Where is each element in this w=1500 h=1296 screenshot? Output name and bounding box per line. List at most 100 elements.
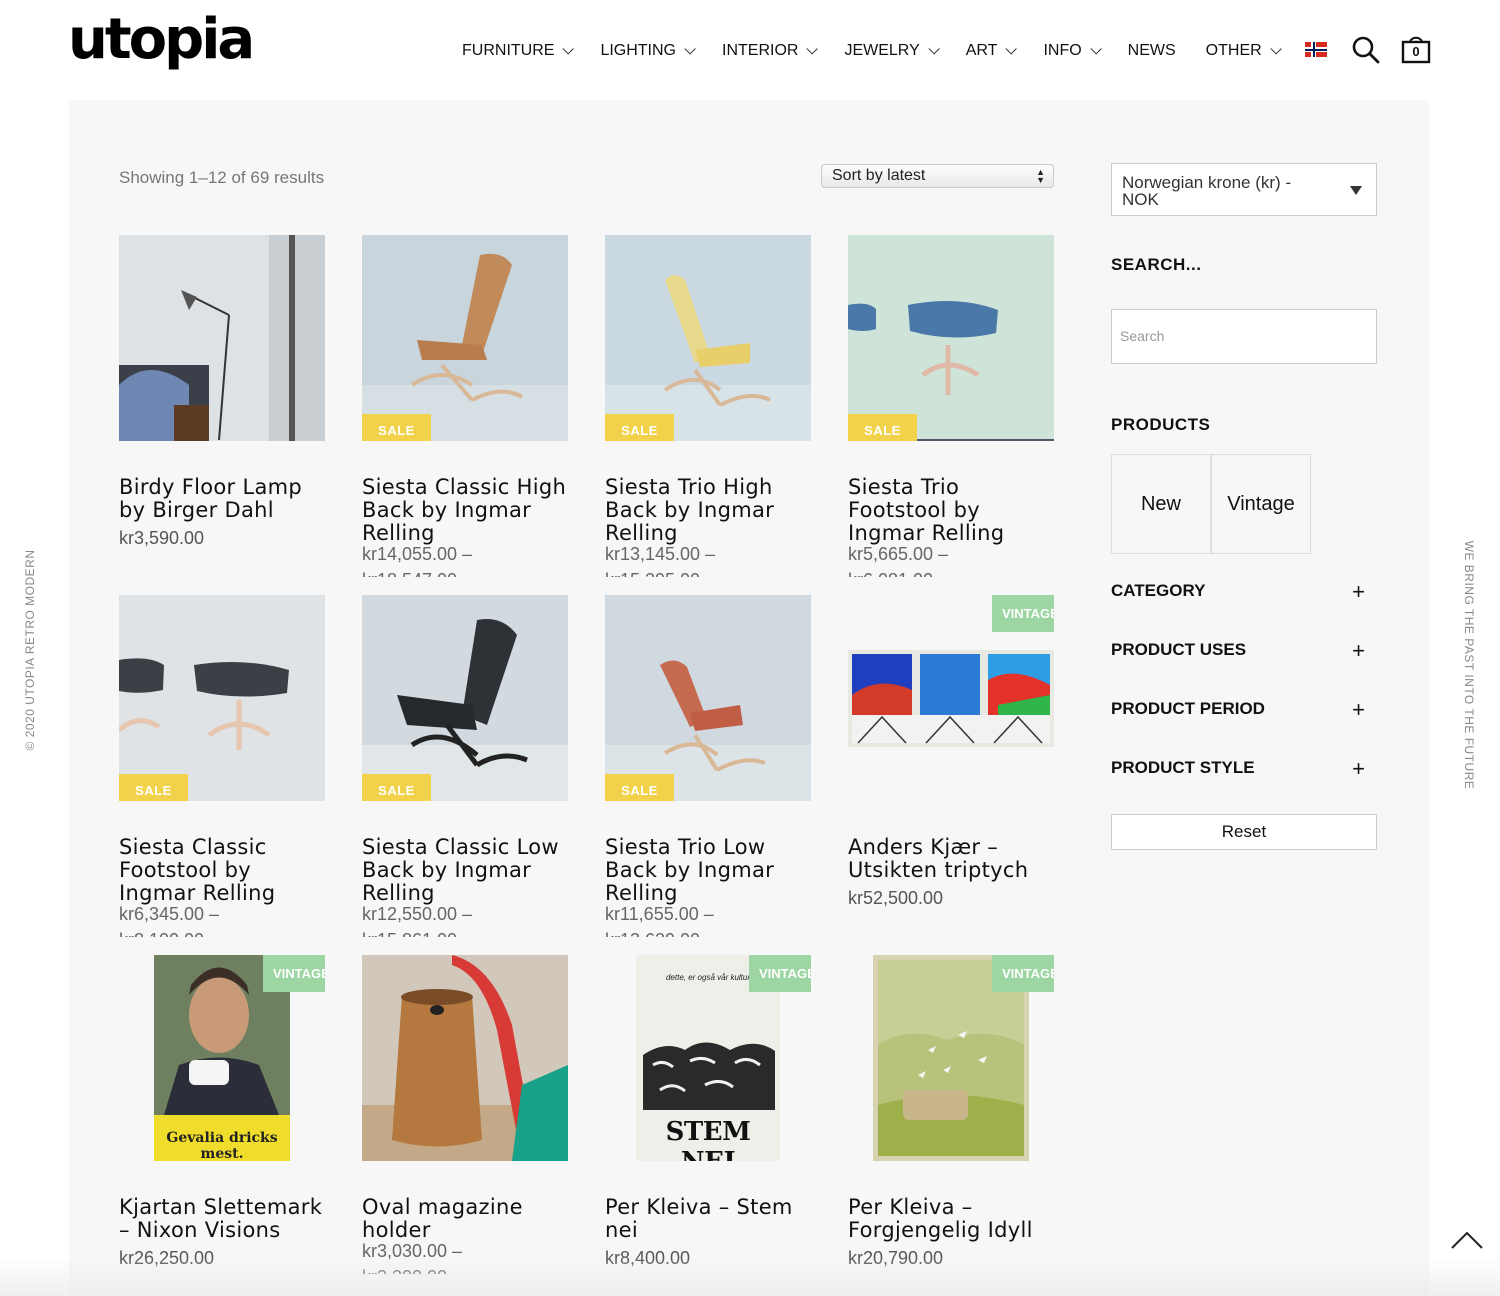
utopia-logo[interactable]: utopia	[68, 12, 255, 68]
product-old-price: kr11,655.00 –	[605, 904, 714, 924]
vintage-badge: VINTAGE	[749, 955, 811, 992]
product-title[interactable]: Siesta Classic Low Back by Ingmar Rellin…	[362, 836, 568, 905]
nav-label: OTHER	[1205, 42, 1262, 59]
product-image[interactable]	[362, 955, 568, 1161]
search-icon[interactable]	[1352, 36, 1380, 64]
search-input[interactable]: Search	[1111, 309, 1377, 364]
product-card[interactable]: VINTAGE Per Kleiva – Forgjengelig Idyll …	[848, 955, 1054, 1269]
nav-item-other[interactable]: OTHER	[1205, 42, 1282, 60]
plus-icon[interactable]: +	[1352, 756, 1365, 782]
nav-label: JEWELRY	[844, 42, 920, 59]
filter-label: PRODUCT STYLE	[1111, 758, 1255, 777]
product-image[interactable]: SALE	[362, 235, 568, 441]
filter-product-style[interactable]: PRODUCT STYLE +	[1111, 756, 1365, 781]
product-image[interactable]: SALE	[362, 595, 568, 801]
product-price: kr14,055.00 – kr18,547.00	[362, 541, 568, 577]
filter-label: CATEGORY	[1111, 581, 1206, 600]
product-image[interactable]: SALE	[605, 235, 811, 441]
product-price: kr5,665.00 – kr6,081.00	[848, 541, 1054, 577]
product-old-price: kr3,030.00 –	[362, 1241, 463, 1261]
product-card[interactable]: SALE Siesta Classic Low Back by Ingmar R…	[362, 595, 568, 937]
norway-flag-icon[interactable]	[1305, 42, 1327, 57]
product-new-price: kr15,295.00	[605, 567, 811, 577]
product-image[interactable]: SALE	[605, 595, 811, 801]
select-arrows-icon: ▲ ▼	[1036, 167, 1045, 185]
product-card[interactable]: SALE Siesta Trio High Back by Ingmar Rel…	[605, 235, 811, 577]
product-image[interactable]: VINTAGE	[848, 595, 1054, 801]
nav-label: NEWS	[1127, 42, 1176, 59]
nav-item-news[interactable]: NEWS	[1128, 42, 1176, 60]
product-title[interactable]: Siesta Trio Low Back by Ingmar Relling	[605, 836, 811, 905]
product-card[interactable]: Oval magazine holder kr3,030.00 – kr3,30…	[362, 955, 568, 1274]
product-title[interactable]: Siesta Classic High Back by Ingmar Relli…	[362, 476, 568, 545]
nav-item-interior[interactable]: INTERIOR	[722, 42, 819, 60]
nav-item-info[interactable]: INFO	[1043, 42, 1102, 60]
product-price: kr20,790.00	[848, 1248, 944, 1268]
nav-item-lighting[interactable]: LIGHTING	[600, 42, 696, 60]
product-image[interactable]: SALE	[119, 595, 325, 801]
plus-icon[interactable]: +	[1352, 579, 1365, 605]
sale-badge: SALE	[119, 774, 188, 801]
filter-category[interactable]: CATEGORY +	[1111, 579, 1365, 604]
product-new-price: kr15,861.00	[362, 927, 568, 937]
reset-button[interactable]: Reset	[1111, 814, 1377, 850]
product-new-price: kr18,547.00	[362, 567, 568, 577]
product-title[interactable]: Anders Kjær – Utsikten triptych	[848, 836, 1054, 882]
product-card[interactable]: Birdy Floor Lamp by Birger Dahl kr3,590.…	[119, 235, 325, 549]
scroll-to-top-icon[interactable]	[1450, 1230, 1484, 1250]
chevron-down-icon	[562, 43, 575, 55]
sale-badge: SALE	[605, 774, 674, 801]
nav-label: FURNITURE	[462, 42, 555, 59]
product-title[interactable]: Kjartan Slettemark – Nixon Visions	[119, 1196, 325, 1242]
product-image[interactable]	[119, 235, 325, 441]
product-new-price: kr6,081.00	[848, 567, 1054, 577]
vintage-badge: VINTAGE	[992, 595, 1054, 632]
product-title[interactable]: Oval magazine holder	[362, 1196, 568, 1242]
product-title[interactable]: Per Kleiva – Forgjengelig Idyll	[848, 1196, 1054, 1242]
nav-label: INFO	[1043, 42, 1082, 59]
filter-product-uses[interactable]: PRODUCT USES +	[1111, 638, 1365, 663]
sale-badge: SALE	[362, 774, 431, 801]
sort-selected-value: Sort by latest	[832, 167, 926, 184]
product-card[interactable]: Gevalia dricks mest. VINTAGE Kjartan Sle…	[119, 955, 325, 1269]
product-card[interactable]: VINTAGE Anders Kjær – Utsikten triptych …	[848, 595, 1054, 909]
product-image[interactable]: SALE	[848, 235, 1054, 441]
product-card[interactable]: dette, er også vår kultur STEM NEI VINTA…	[605, 955, 811, 1269]
product-title[interactable]: Siesta Trio High Back by Ingmar Relling	[605, 476, 811, 545]
product-card[interactable]: SALE Siesta Classic Footstool by Ingmar …	[119, 595, 325, 937]
product-image[interactable]: VINTAGE	[848, 955, 1054, 1161]
main-nav: FURNITURE LIGHTING INTERIOR JEWELRY ART …	[462, 40, 1308, 62]
product-old-price: kr14,055.00 –	[362, 544, 473, 564]
sort-select[interactable]: Sort by latest ▲ ▼	[821, 164, 1054, 188]
poster-caption: Gevalia dricks mest.	[166, 1130, 278, 1161]
product-price: kr8,400.00	[605, 1248, 691, 1268]
nav-item-jewelry[interactable]: JEWELRY	[844, 42, 940, 60]
sale-badge: SALE	[848, 414, 917, 441]
product-card[interactable]: SALE Siesta Trio Footstool by Ingmar Rel…	[848, 235, 1054, 577]
product-price: kr12,550.00 – kr15,861.00	[362, 901, 568, 937]
filter-product-period[interactable]: PRODUCT PERIOD +	[1111, 697, 1365, 722]
filter-tile-vintage[interactable]: Vintage	[1211, 454, 1311, 554]
product-price: kr26,250.00	[119, 1248, 215, 1268]
product-title[interactable]: Per Kleiva – Stem nei	[605, 1196, 811, 1242]
currency-select[interactable]: Norwegian krone (kr) - NOK	[1111, 163, 1377, 216]
product-title[interactable]: Birdy Floor Lamp by Birger Dahl	[119, 476, 325, 522]
product-card[interactable]: SALE Siesta Trio Low Back by Ingmar Rell…	[605, 595, 811, 937]
plus-icon[interactable]: +	[1352, 638, 1365, 664]
result-count: Showing 1–12 of 69 results	[119, 168, 325, 187]
chevron-down-icon	[806, 43, 819, 55]
product-card[interactable]: SALE Siesta Classic High Back by Ingmar …	[362, 235, 568, 577]
products-heading: PRODUCTS	[1111, 415, 1211, 434]
product-image[interactable]: dette, er også vår kultur STEM NEI VINTA…	[605, 955, 811, 1161]
product-price: kr3,590.00	[119, 528, 205, 548]
product-price: kr52,500.00	[848, 888, 944, 908]
product-title[interactable]: Siesta Trio Footstool by Ingmar Relling	[848, 476, 1054, 545]
nav-item-furniture[interactable]: FURNITURE	[462, 42, 575, 60]
plus-icon[interactable]: +	[1352, 697, 1365, 723]
product-image[interactable]: Gevalia dricks mest. VINTAGE	[119, 955, 325, 1161]
nav-item-art[interactable]: ART	[966, 42, 1018, 60]
chevron-down-icon	[684, 43, 696, 55]
filter-tile-new[interactable]: New	[1111, 454, 1211, 554]
product-title[interactable]: Siesta Classic Footstool by Ingmar Relli…	[119, 836, 325, 905]
sale-badge: SALE	[605, 414, 674, 441]
